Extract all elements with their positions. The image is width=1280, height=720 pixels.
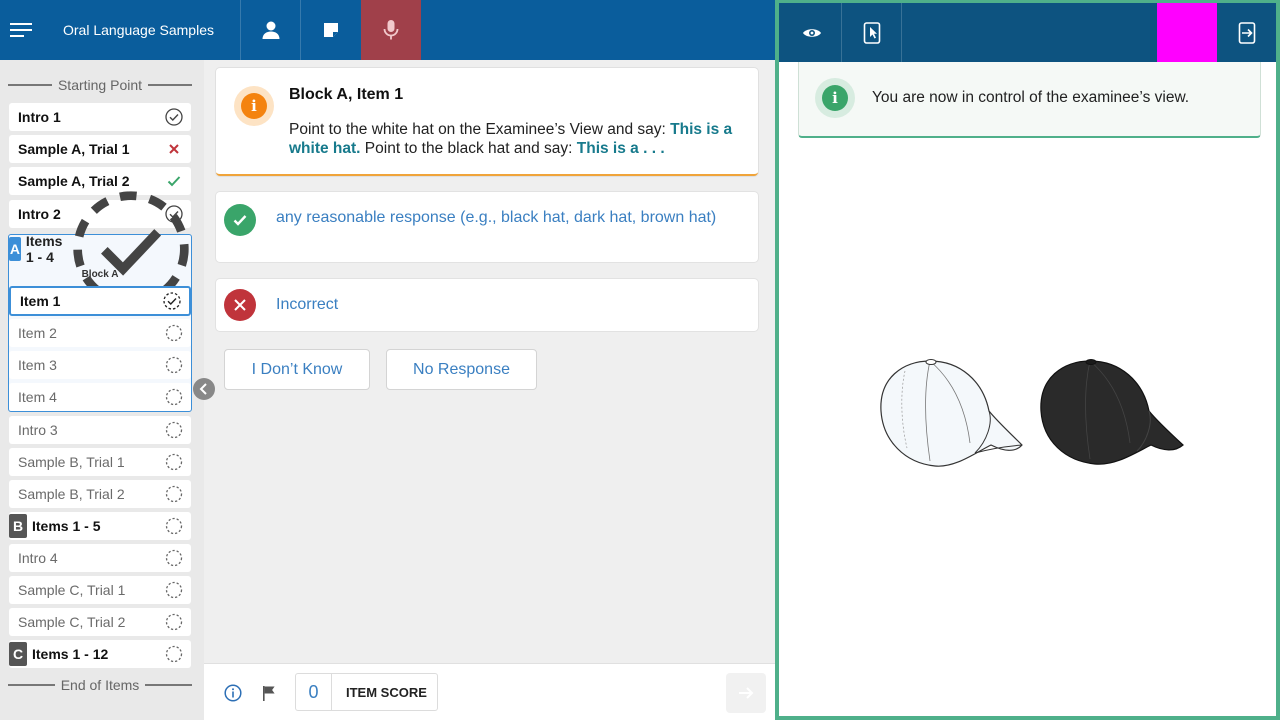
checkmark-icon (224, 204, 256, 236)
check-circle-icon (165, 108, 183, 126)
examinee-info-button[interactable] (240, 0, 300, 60)
partial-check-circle-icon (163, 292, 181, 310)
pending-circle-icon (165, 645, 183, 663)
sidebar-block-b[interactable]: B Items 1 - 5 (9, 512, 191, 540)
examinee-toolbar (779, 3, 1276, 62)
white-hat-image (880, 359, 1023, 467)
notes-button[interactable] (300, 0, 360, 60)
tablet-pointer-icon (863, 21, 880, 44)
no-response-button[interactable]: No Response (386, 349, 537, 390)
correct-response-text: any reasonable response (e.g., black hat… (276, 209, 717, 226)
person-icon (262, 21, 279, 39)
control-notice-banner: i You are now in control of the examinee… (798, 62, 1261, 138)
tablet-exit-icon (1238, 21, 1256, 44)
pending-circle-icon (165, 581, 183, 599)
sidebar-item-sample-a-trial-1[interactable]: Sample A, Trial 1 (9, 135, 191, 163)
pending-circle-icon (165, 517, 183, 535)
control-notice-text: You are now in control of the examinee’s… (872, 89, 1190, 106)
pending-circle-icon (165, 453, 183, 471)
sidebar-item-sample-c-trial-2[interactable]: Sample C, Trial 2 (9, 608, 191, 636)
sidebar-item-sample-b-trial-1[interactable]: Sample B, Trial 1 (9, 448, 191, 476)
sidebar-item-a-item-1[interactable]: Item 1 (9, 286, 191, 316)
pending-circle-icon (165, 388, 183, 406)
sidebar-item-sample-c-trial-1[interactable]: Sample C, Trial 1 (9, 576, 191, 604)
preview-button[interactable] (782, 3, 842, 62)
info-icon[interactable] (224, 684, 242, 702)
item-panel: i Block A, Item 1 Point to the white hat… (204, 60, 775, 720)
block-a-sublabel: Block A (81, 269, 119, 280)
pending-circle-icon (165, 485, 183, 503)
control-view-button[interactable] (842, 3, 902, 62)
block-letter-badge: A (9, 237, 21, 261)
highlight-marker (1157, 3, 1217, 62)
end-of-items-divider: End of Items (8, 676, 192, 694)
pending-circle-icon (165, 613, 183, 631)
pending-circle-icon (165, 549, 183, 567)
black-hat-image (1040, 359, 1184, 465)
info-icon: i (234, 86, 274, 126)
examinee-view-panel: i You are now in control of the examinee… (775, 0, 1280, 720)
sidebar-item-intro-1[interactable]: Intro 1 (9, 103, 191, 131)
microphone-button[interactable] (361, 0, 421, 60)
x-icon (224, 289, 256, 321)
flag-icon[interactable] (260, 684, 278, 702)
checkmark-icon (167, 176, 181, 187)
exit-view-button[interactable] (1217, 3, 1277, 62)
pending-circle-icon (165, 421, 183, 439)
app-title: Oral Language Samples (63, 22, 214, 38)
incorrect-response-option[interactable]: Incorrect (216, 279, 758, 331)
eye-icon (802, 28, 821, 37)
sidebar-item-a-item-3[interactable]: Item 3 (9, 351, 191, 379)
note-icon (323, 23, 338, 37)
sidebar-item-intro-3[interactable]: Intro 3 (9, 416, 191, 444)
microphone-icon (383, 20, 399, 40)
item-footer: 0 ITEM SCORE (204, 663, 775, 720)
sidebar-item-sample-b-trial-2[interactable]: Sample B, Trial 2 (9, 480, 191, 508)
sidebar-item-a-item-4[interactable]: Item 4 (9, 383, 191, 411)
sidebar-item-a-item-2[interactable]: Item 2 (9, 319, 191, 347)
incorrect-response-text: Incorrect (276, 296, 339, 313)
starting-point-divider: Starting Point (8, 76, 192, 94)
chevron-left-icon (199, 383, 207, 395)
x-icon (169, 144, 179, 154)
item-navigation-sidebar: Starting Point Intro 1 Sample A, Trial 1… (0, 60, 204, 720)
arrow-right-icon (739, 687, 754, 699)
stimulus-image-hats[interactable] (875, 353, 1195, 483)
item-score-value: 0 (296, 674, 332, 710)
sidebar-item-intro-4[interactable]: Intro 4 (9, 544, 191, 572)
pending-circle-icon (165, 356, 183, 374)
top-bar: Oral Language Samples (0, 0, 775, 60)
block-letter-badge: B (9, 514, 27, 538)
sidebar-block-c[interactable]: C Items 1 - 12 (9, 640, 191, 668)
next-item-button[interactable] (726, 673, 766, 713)
hamburger-menu-icon[interactable] (0, 0, 42, 60)
info-icon: i (815, 78, 855, 118)
item-score-box: 0 ITEM SCORE (295, 673, 438, 711)
correct-response-option[interactable]: any reasonable response (e.g., black hat… (216, 192, 758, 262)
block-a-header[interactable]: A Items 1 - 4 (9, 191, 191, 307)
item-instruction-card: i Block A, Item 1 Point to the white hat… (216, 68, 758, 176)
dont-know-button[interactable]: I Don’t Know (224, 349, 370, 390)
item-instruction: Point to the white hat on the Examinee’s… (289, 121, 733, 157)
collapse-sidebar-button[interactable] (193, 378, 215, 400)
item-score-label: ITEM SCORE (346, 684, 427, 700)
block-letter-badge: C (9, 642, 27, 666)
pending-circle-icon (165, 324, 183, 342)
item-title: Block A, Item 1 (289, 86, 404, 103)
